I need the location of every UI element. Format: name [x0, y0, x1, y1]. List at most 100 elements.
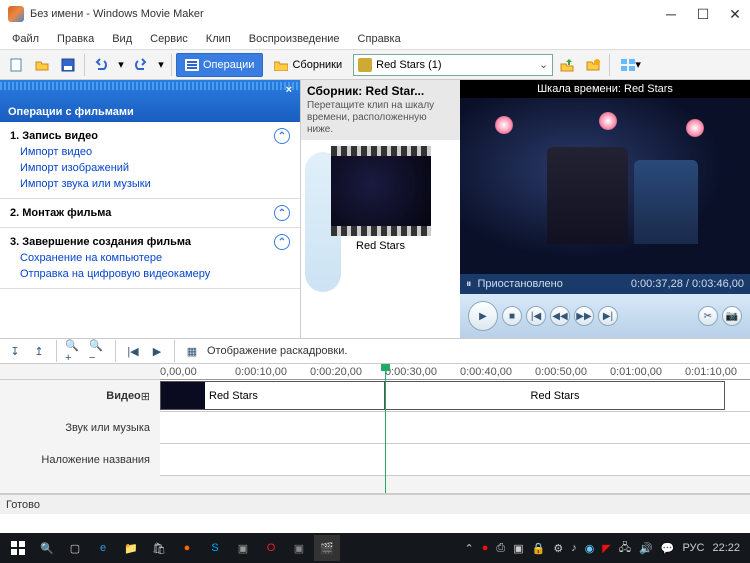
- play-timeline-button[interactable]: ▶: [148, 342, 166, 360]
- preview-video[interactable]: [460, 98, 750, 274]
- search-icon[interactable]: 🔍: [34, 535, 60, 561]
- tray-icon[interactable]: 🔒: [532, 542, 546, 555]
- tray-icon[interactable]: ◤: [602, 542, 610, 555]
- collections-toggle-button[interactable]: Сборники: [265, 53, 351, 77]
- task-section-3-title[interactable]: 3. Завершение создания фильма⌃: [10, 234, 290, 250]
- language-indicator[interactable]: РУС: [682, 542, 704, 554]
- chevron-up-icon: ⌃: [274, 234, 290, 250]
- view-mode-button[interactable]: ▾: [614, 53, 648, 77]
- maximize-button[interactable]: ☐: [696, 6, 710, 23]
- task-section-2-title[interactable]: 2. Монтаж фильма⌃: [10, 205, 290, 221]
- menu-tools[interactable]: Сервис: [142, 31, 196, 47]
- tray-icon[interactable]: ▣: [513, 542, 523, 555]
- stop-button[interactable]: ■: [502, 306, 522, 326]
- track-label-audio: Звук или музыка: [0, 412, 160, 444]
- task-section-2: 2. Монтаж фильма⌃: [0, 199, 300, 228]
- new-folder-button[interactable]: [581, 53, 605, 77]
- chevron-down-icon: ⌄: [539, 58, 548, 71]
- redo-button[interactable]: [129, 53, 153, 77]
- snapshot-button[interactable]: 📷: [722, 306, 742, 326]
- firefox-icon[interactable]: ●: [174, 535, 200, 561]
- tray-icon[interactable]: ⌃: [465, 542, 474, 555]
- clock[interactable]: 22:22: [712, 542, 740, 554]
- ruler-tick: 0,00,00: [160, 366, 197, 378]
- tray-icon[interactable]: ⎙: [496, 542, 505, 555]
- undo-dropdown[interactable]: ▾: [115, 53, 127, 77]
- timeline-toolbar: ↧ ↥ 🔍+ 🔍− |◀ ▶ ▦ Отображение раскадровки…: [0, 338, 750, 364]
- menu-file[interactable]: Файл: [4, 31, 47, 47]
- set-start-button[interactable]: ↧: [6, 342, 24, 360]
- tasks-close-button[interactable]: ×: [286, 84, 292, 96]
- storyboard-icon: ▦: [183, 342, 201, 360]
- opera-icon[interactable]: O: [258, 535, 284, 561]
- menu-clip[interactable]: Клип: [198, 31, 239, 47]
- redo-dropdown[interactable]: ▾: [155, 53, 167, 77]
- link-send-camera[interactable]: Отправка на цифровую видеокамеру: [10, 266, 290, 282]
- menu-view[interactable]: Вид: [104, 31, 140, 47]
- save-button[interactable]: [56, 53, 80, 77]
- link-import-images[interactable]: Импорт изображений: [10, 160, 290, 176]
- track-label-title: Наложение названия: [0, 444, 160, 476]
- timeline-toggle-label[interactable]: Отображение раскадровки.: [207, 345, 347, 357]
- video-track[interactable]: Red Stars Red Stars: [160, 380, 750, 412]
- app-icon[interactable]: ▣: [286, 535, 312, 561]
- set-end-button[interactable]: ↥: [30, 342, 48, 360]
- minimize-button[interactable]: ─: [664, 6, 678, 23]
- new-button[interactable]: [4, 53, 28, 77]
- tray-icon[interactable]: ●: [482, 542, 489, 554]
- play-button[interactable]: ▶: [468, 301, 498, 331]
- collection-header: Сборник: Red Star... Перетащите клип на …: [301, 80, 460, 140]
- start-button[interactable]: [4, 535, 32, 561]
- link-import-video[interactable]: Импорт видео: [10, 144, 290, 160]
- link-save-computer[interactable]: Сохранение на компьютере: [10, 250, 290, 266]
- up-level-button[interactable]: [555, 53, 579, 77]
- clip-image: [331, 156, 431, 226]
- preview-position: 0:00:37,28: [631, 278, 683, 290]
- task-section-1: 1. Запись видео⌃ Импорт видео Импорт изо…: [0, 122, 300, 199]
- tray-icon[interactable]: ⚙: [553, 542, 563, 555]
- zoom-out-button[interactable]: 🔍−: [89, 342, 107, 360]
- timeline-clip[interactable]: Red Stars: [385, 381, 725, 410]
- next-button[interactable]: ▶|: [598, 306, 618, 326]
- prev-button[interactable]: |◀: [526, 306, 546, 326]
- audio-track[interactable]: [160, 412, 750, 444]
- collection-select[interactable]: Red Stars (1) ⌄: [353, 54, 553, 76]
- timeline-body[interactable]: 0,00,00 0:00:10,00 0:00:20,00 0:00:30,00…: [160, 364, 750, 493]
- task-section-1-title[interactable]: 1. Запись видео⌃: [10, 128, 290, 144]
- close-button[interactable]: ✕: [728, 6, 742, 23]
- timeline-clip[interactable]: Red Stars: [160, 381, 385, 410]
- forward-button[interactable]: ▶▶: [574, 306, 594, 326]
- tray-icon[interactable]: ♪: [571, 542, 577, 554]
- open-button[interactable]: [30, 53, 54, 77]
- rewind-timeline-button[interactable]: |◀: [124, 342, 142, 360]
- link-import-audio[interactable]: Импорт звука или музыки: [10, 176, 290, 192]
- explorer-icon[interactable]: 📁: [118, 535, 144, 561]
- steam-icon[interactable]: ◉: [585, 542, 595, 555]
- tasks-toggle-label: Операции: [203, 59, 254, 71]
- taskview-icon[interactable]: ▢: [62, 535, 88, 561]
- edge-icon[interactable]: e: [90, 535, 116, 561]
- menu-edit[interactable]: Правка: [49, 31, 102, 47]
- zoom-in-button[interactable]: 🔍+: [65, 342, 83, 360]
- undo-button[interactable]: [89, 53, 113, 77]
- network-icon[interactable]: 🖧: [619, 539, 631, 558]
- windows-taskbar: 🔍 ▢ e 📁 🛍 ● S ▣ O ▣ 🎬 ⌃ ● ⎙ ▣ 🔒 ⚙ ♪ ◉ ◤ …: [0, 533, 750, 563]
- clip-thumbnail[interactable]: Red Stars: [331, 146, 431, 252]
- split-button[interactable]: ✂: [698, 306, 718, 326]
- store-icon[interactable]: 🛍: [146, 535, 172, 561]
- window-title: Без имени - Windows Movie Maker: [30, 8, 664, 20]
- rewind-button[interactable]: ◀◀: [550, 306, 570, 326]
- tasks-toggle-button[interactable]: Операции: [176, 53, 263, 77]
- menu-help[interactable]: Справка: [350, 31, 409, 47]
- title-track[interactable]: [160, 444, 750, 476]
- volume-icon[interactable]: 🔊: [639, 542, 653, 555]
- menu-play[interactable]: Воспроизведение: [241, 31, 348, 47]
- skype-icon[interactable]: S: [202, 535, 228, 561]
- collection-selected: Red Stars (1): [376, 59, 441, 71]
- preview-duration: 0:03:46,00: [692, 278, 744, 290]
- timeline-ruler[interactable]: 0,00,00 0:00:10,00 0:00:20,00 0:00:30,00…: [160, 364, 750, 380]
- moviemaker-icon[interactable]: 🎬: [314, 535, 340, 561]
- action-center-icon[interactable]: 💬: [661, 542, 675, 555]
- app-icon[interactable]: ▣: [230, 535, 256, 561]
- playhead[interactable]: [385, 364, 386, 493]
